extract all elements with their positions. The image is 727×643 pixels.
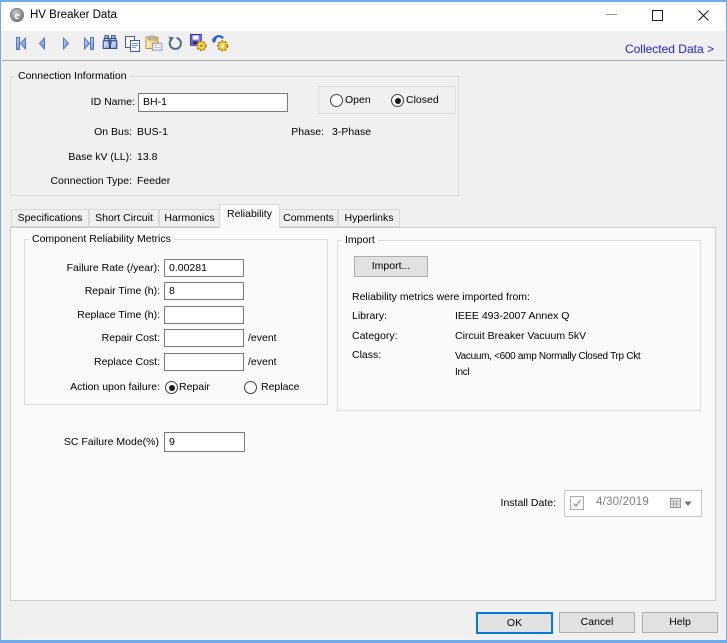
svg-text:e: e: [14, 8, 20, 22]
